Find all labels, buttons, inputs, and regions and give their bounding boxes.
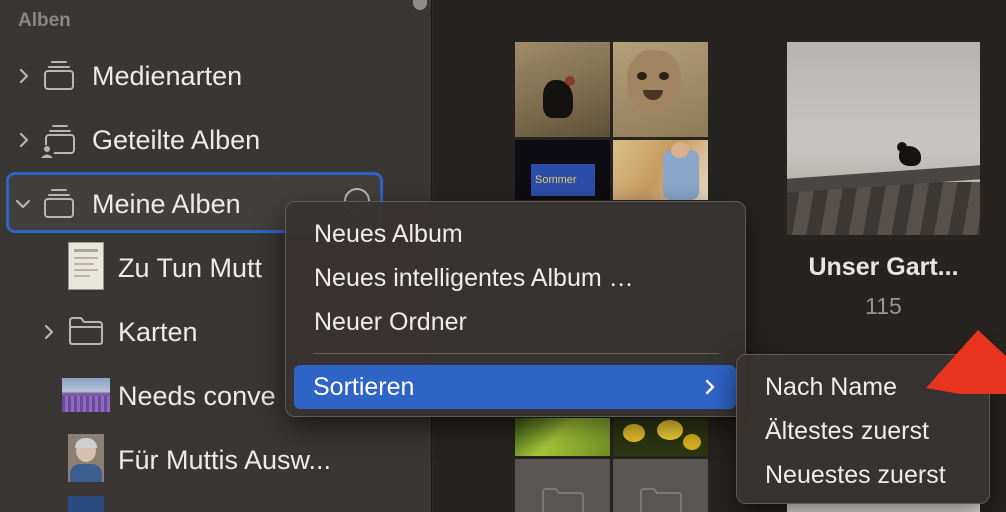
album-thumbnail <box>68 434 104 482</box>
sidebar-item-fuer-muttis[interactable]: Für Muttis Ausw... <box>0 432 400 488</box>
menu-item-sort-by-name[interactable]: Nach Name <box>765 373 897 402</box>
sidebar-item-medienarten[interactable]: Medienarten <box>0 48 400 104</box>
album-thumbnail <box>68 242 104 290</box>
sidebar-item-label: Karten <box>118 317 198 347</box>
sidebar-item-label: Zu Tun Mutt <box>118 253 263 283</box>
folder-icon <box>640 488 682 512</box>
album-cover-photo[interactable] <box>515 42 610 137</box>
album-photo-count: 115 <box>865 293 902 319</box>
chevron-right-icon[interactable] <box>14 66 34 86</box>
album-thumbnail <box>68 496 104 512</box>
sidebar-item-label: Medienarten <box>92 61 243 91</box>
sidebar-item-label: Needs conve <box>118 381 276 411</box>
album-cover-placeholder[interactable] <box>515 459 610 512</box>
sidebar-item-label: Geteilte Alben <box>92 125 261 155</box>
shared-album-icon <box>40 125 75 159</box>
menu-item-new-smart-album[interactable]: Neues intelligentes Album … <box>314 264 634 293</box>
folder-icon <box>69 317 103 345</box>
album-thumbnail <box>62 378 110 412</box>
menu-item-sort[interactable]: Sortieren <box>294 365 736 409</box>
album-cover-placeholder[interactable] <box>613 459 708 512</box>
album-title[interactable]: Unser Gart... <box>787 253 980 282</box>
annotation-arrow-icon <box>926 330 1006 394</box>
menu-item-sort-oldest-first[interactable]: Ältestes zuerst <box>765 417 929 446</box>
album-cover-photo[interactable] <box>613 42 708 137</box>
chevron-right-icon[interactable] <box>14 130 34 150</box>
album-cover-photo[interactable] <box>787 504 980 512</box>
section-header-albums: Alben <box>18 10 71 31</box>
album-cover-photo[interactable] <box>613 140 708 200</box>
menu-separator <box>313 353 719 354</box>
album-stack-icon <box>44 189 74 218</box>
menu-item-new-album[interactable]: Neues Album <box>314 220 463 249</box>
album-cover-photo[interactable] <box>787 42 980 235</box>
album-cover-photo[interactable] <box>613 418 708 456</box>
menu-item-new-folder[interactable]: Neuer Ordner <box>314 308 467 337</box>
chevron-right-icon[interactable] <box>39 322 59 342</box>
chevron-right-icon <box>705 379 715 395</box>
album-stack-icon <box>44 61 74 90</box>
context-menu: Neues Album Neues intelligentes Album … … <box>285 201 746 417</box>
album-cover-photo[interactable]: Sommer <box>515 140 610 200</box>
chevron-down-icon[interactable] <box>13 194 33 214</box>
sidebar-item-label: Meine Alben <box>92 189 241 219</box>
sidebar-item-geteilte-alben[interactable]: Geteilte Alben <box>0 112 400 168</box>
album-cover-photo[interactable] <box>515 418 610 456</box>
folder-icon <box>542 488 584 512</box>
menu-item-sort-label: Sortieren <box>313 373 415 401</box>
sidebar-item-label: Für Muttis Ausw... <box>118 445 332 475</box>
menu-item-sort-newest-first[interactable]: Neuestes zuerst <box>765 461 946 490</box>
scrollbar-thumb[interactable] <box>413 0 427 10</box>
thumb-text: Sommer <box>531 164 595 196</box>
